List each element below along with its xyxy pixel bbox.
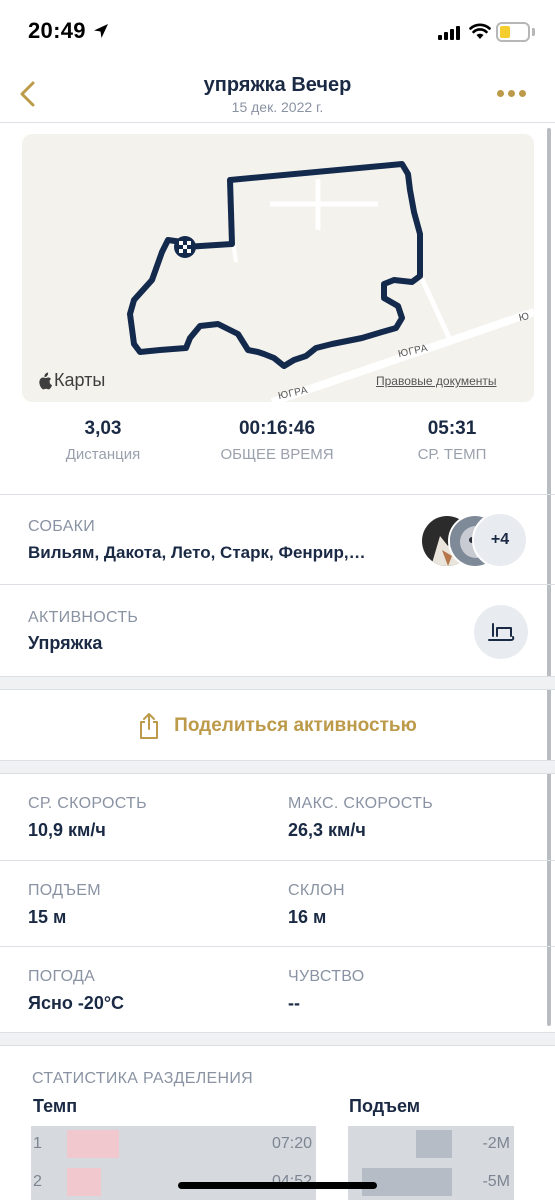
- stat-value-ascent: 15 м: [28, 907, 67, 927]
- cellular-signal-icon: [438, 26, 460, 40]
- start-flag-icon: [174, 236, 196, 258]
- more-options-button[interactable]: [496, 86, 528, 100]
- split-pace: 07:20: [271, 1135, 312, 1152]
- stat-value-feeling: --: [288, 993, 300, 1013]
- summary-value: 00:16:46: [238, 418, 316, 439]
- wifi-icon: [469, 23, 491, 39]
- divider: [0, 584, 555, 585]
- more-dogs-badge[interactable]: +4: [472, 512, 528, 568]
- stat-value-avg-speed: 10,9 км/ч: [28, 820, 106, 840]
- activity-value: Упряжка: [28, 633, 103, 653]
- scrollbar[interactable]: [547, 128, 551, 1026]
- summary-total-time: 00:16:46 ОБЩЕЕ ВРЕМЯ: [196, 418, 358, 463]
- section-gap: [0, 1032, 555, 1046]
- legal-link[interactable]: Правовые документы: [376, 374, 497, 388]
- nav-bar: упряжка Вечер 15 дек. 2022 г.: [0, 64, 555, 122]
- status-bar: 20:49: [0, 0, 555, 64]
- summary-label: ОБЩЕЕ ВРЕМЯ: [220, 446, 334, 463]
- maps-brand: Карты: [36, 370, 105, 391]
- split-elevation: -2М: [482, 1135, 510, 1152]
- stat-label-avg-speed: СР. СКОРОСТЬ: [28, 795, 147, 812]
- route-map[interactable]: ЮГРА ЮГРА Ю Карты Правовые документы: [22, 134, 534, 402]
- pace-bar: [67, 1168, 101, 1196]
- split-index: 1: [33, 1135, 42, 1152]
- elevation-bar: [416, 1130, 452, 1158]
- section-gap: [0, 676, 555, 690]
- stat-value-max-speed: 26,3 км/ч: [288, 820, 366, 840]
- activity-label: АКТИВНОСТЬ: [28, 609, 139, 626]
- dot-icon: [508, 90, 515, 97]
- home-indicator[interactable]: [178, 1182, 377, 1189]
- summary-avg-pace: 05:31 СР. ТЕМП: [392, 418, 512, 463]
- dogs-label: СОБАКИ: [28, 518, 96, 535]
- stat-label-max-speed: МАКС. СКОРОСТЬ: [288, 795, 433, 812]
- route-path: [127, 161, 423, 369]
- stat-label-ascent: ПОДЪЕМ: [28, 882, 101, 899]
- stat-label-weather: ПОГОДА: [28, 968, 96, 985]
- summary-stats: 3,03 Дистанция 00:16:46 ОБЩЕЕ ВРЕМЯ 05:3…: [0, 418, 555, 478]
- share-activity-button[interactable]: Поделиться активностью: [0, 692, 555, 760]
- apple-logo-icon: [39, 372, 52, 389]
- page-title: упряжка Вечер: [203, 74, 352, 96]
- location-arrow-icon: [94, 24, 108, 38]
- divider: [0, 494, 555, 495]
- table-row: 1 07:20: [31, 1126, 316, 1162]
- activity-icon-button[interactable]: [474, 605, 528, 659]
- stat-label-feeling: ЧУВСТВО: [288, 968, 365, 985]
- summary-label: Дистанция: [65, 446, 141, 463]
- page-subtitle-date: 15 дек. 2022 г.: [231, 99, 324, 115]
- battery-cap: [532, 28, 535, 36]
- status-time: 20:49: [28, 18, 86, 43]
- road-label: Ю: [517, 311, 531, 324]
- splits-pace-header: Темп: [33, 1096, 78, 1116]
- summary-value: 05:31: [427, 418, 477, 439]
- splits-title: СТАТИСТИКА РАЗДЕЛЕНИЯ: [32, 1070, 254, 1087]
- summary-distance: 3,03 Дистанция: [40, 418, 166, 463]
- dot-icon: [519, 90, 526, 97]
- split-index: 2: [33, 1173, 42, 1190]
- summary-value: 3,03: [84, 418, 122, 439]
- section-gap: [0, 760, 555, 774]
- route-map-canvas: [127, 161, 534, 402]
- divider: [0, 860, 555, 861]
- share-activity-label: Поделиться активностью: [174, 715, 417, 736]
- split-elevation: -5М: [482, 1173, 510, 1190]
- battery-icon: [496, 22, 530, 42]
- maps-brand-label: Карты: [54, 370, 106, 390]
- nav-divider: [0, 122, 555, 123]
- stat-value-descent: 16 м: [288, 907, 327, 927]
- divider: [0, 946, 555, 947]
- table-row: -2М: [348, 1126, 514, 1162]
- pace-bar: [67, 1130, 119, 1158]
- stat-value-weather: Ясно -20°C: [28, 993, 125, 1013]
- dogs-names: Вильям, Дакота, Лето, Старк, Фенрир,…: [28, 543, 366, 562]
- splits-elevation-header: Подъем: [349, 1096, 421, 1116]
- sled-icon: [488, 623, 515, 641]
- summary-label: СР. ТЕМП: [417, 446, 487, 463]
- share-icon: [140, 713, 159, 739]
- stat-label-descent: СКЛОН: [288, 882, 345, 899]
- dot-icon: [497, 90, 504, 97]
